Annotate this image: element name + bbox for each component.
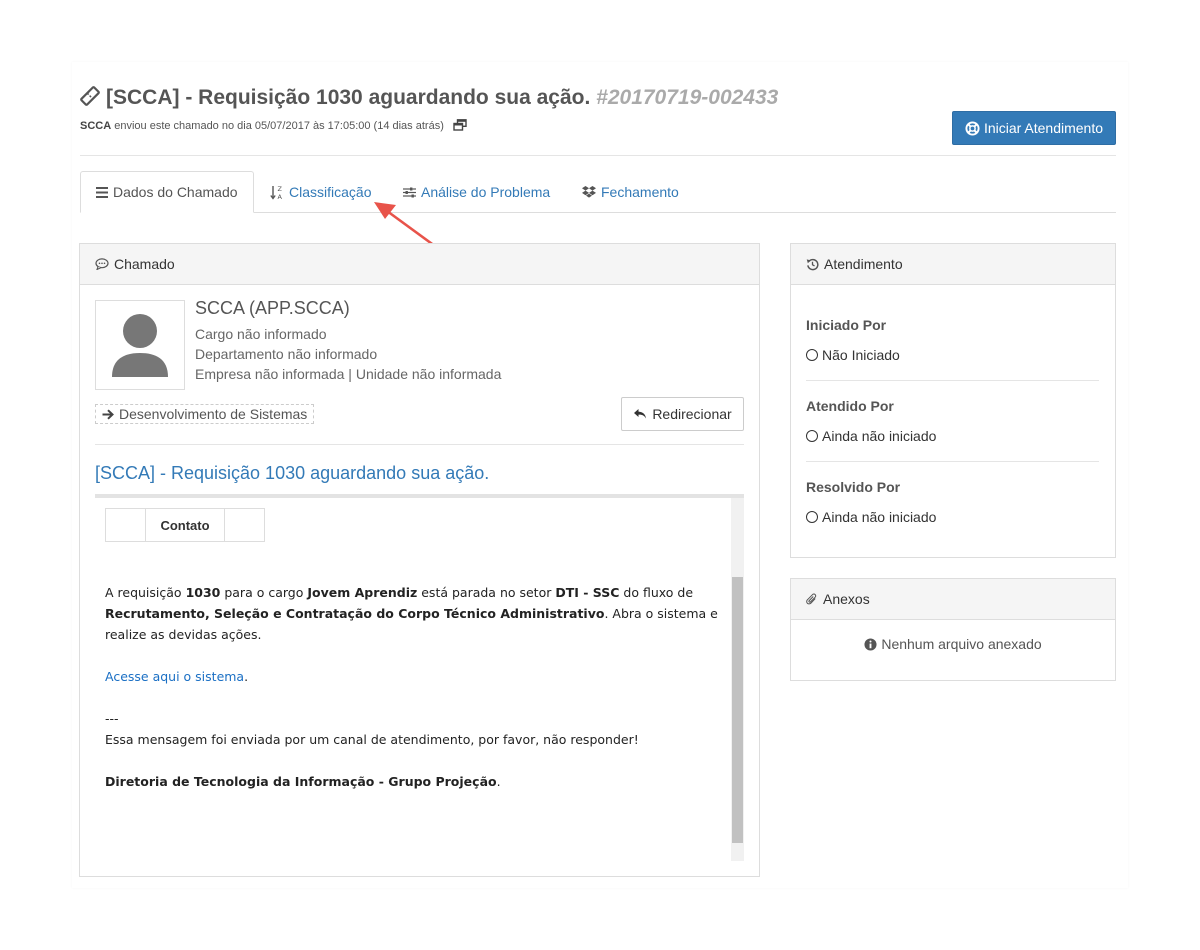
tab-label: Fechamento xyxy=(601,184,679,200)
email-body-frame[interactable]: Contato A requisição 1030 para o cargo J… xyxy=(95,494,744,861)
atendimento-divider xyxy=(806,461,1099,462)
iniciado-por-text: Não Iniciado xyxy=(822,347,900,363)
info-circle-icon xyxy=(864,637,877,651)
atendido-por-text: Ainda não iniciado xyxy=(822,428,937,444)
tab-fechamento[interactable]: Fechamento xyxy=(567,171,694,213)
tab-label: Dados do Chamado xyxy=(113,184,238,200)
email-text: A requisição 1030 para o cargo Jovem Apr… xyxy=(105,582,730,792)
list-icon xyxy=(96,186,108,198)
ticket-icon xyxy=(80,86,100,106)
user-empresa: Empresa não informada | Unidade não info… xyxy=(195,366,502,382)
system-link[interactable]: Acesse aqui o sistema xyxy=(105,669,244,684)
atendimento-panel-header: Atendimento xyxy=(791,244,1115,285)
contact-header: Contato xyxy=(145,508,225,542)
atendimento-divider xyxy=(806,380,1099,381)
email-signature: Diretoria de Tecnologia da Informação - … xyxy=(105,774,501,789)
no-attachments: Nenhum arquivo anexado xyxy=(790,636,1116,652)
chamado-panel-header: Chamado xyxy=(80,244,759,285)
lifebuoy-icon xyxy=(965,120,980,136)
contact-cell-right xyxy=(224,508,265,542)
arrow-right-icon xyxy=(102,408,114,420)
redirect-button[interactable]: Redirecionar xyxy=(621,397,744,431)
atendido-por-value: Ainda não iniciado xyxy=(806,428,936,444)
history-icon xyxy=(806,258,819,271)
tab-label: Classificação xyxy=(289,184,372,200)
user-avatar-icon xyxy=(112,314,168,377)
ticket-number: #20170719-002433 xyxy=(596,86,779,109)
ticket-meta: SCCA enviou este chamado no dia 05/07/20… xyxy=(80,119,467,132)
iniciado-por-value: Não Iniciado xyxy=(806,347,900,363)
svg-text:Z: Z xyxy=(278,185,283,193)
email-paragraph: A requisição 1030 para o cargo Jovem Apr… xyxy=(105,585,718,642)
title-text: [SCCA] - Requisição 1030 aguardando sua … xyxy=(106,86,591,109)
atendido-por-label: Atendido Por xyxy=(806,398,894,414)
sort-alpha-icon: Z A xyxy=(270,185,284,200)
ticket-subject: [SCCA] - Requisição 1030 aguardando sua … xyxy=(95,463,490,483)
circle-icon xyxy=(806,349,818,361)
dropbox-icon xyxy=(582,186,596,198)
resolvido-por-text: Ainda não iniciado xyxy=(822,509,937,525)
start-service-button[interactable]: Iniciar Atendimento xyxy=(952,111,1116,145)
sender-name: SCCA xyxy=(80,120,112,132)
reply-icon xyxy=(633,408,647,420)
user-departamento: Departamento não informado xyxy=(195,346,378,362)
chamado-panel-title: Chamado xyxy=(114,256,175,272)
header-divider xyxy=(80,155,1116,156)
comment-icon xyxy=(95,258,109,270)
resolvido-por-label: Resolvido Por xyxy=(806,479,901,495)
paperclip-icon xyxy=(806,593,818,606)
page-title: [SCCA] - Requisição 1030 aguardando sua … xyxy=(80,86,778,110)
email-separator: --- xyxy=(105,711,119,726)
atendimento-panel-title: Atendimento xyxy=(824,256,903,272)
anexos-panel-header: Anexos xyxy=(791,579,1115,620)
avatar xyxy=(95,300,185,390)
department-tag: Desenvolvimento de Sistemas xyxy=(95,404,315,424)
email-link-line: Acesse aqui o sistema. xyxy=(105,669,249,684)
email-footer-note: Essa mensagem foi enviada por um canal d… xyxy=(105,732,639,747)
anexos-panel-title: Anexos xyxy=(823,591,870,607)
circle-icon xyxy=(806,511,818,523)
sent-info: enviou este chamado no dia 05/07/2017 às… xyxy=(114,120,444,132)
contact-table: Contato xyxy=(105,508,265,542)
email-scrollbar-thumb[interactable] xyxy=(732,577,743,843)
redirect-label: Redirecionar xyxy=(652,406,732,422)
contact-cell-left xyxy=(105,508,146,542)
chamado-divider xyxy=(95,444,744,445)
email-scrollbar[interactable] xyxy=(731,498,744,861)
popout-window-icon[interactable] xyxy=(453,119,467,131)
iniciado-por-label: Iniciado Por xyxy=(806,317,887,333)
start-service-label: Iniciar Atendimento xyxy=(983,120,1104,136)
circle-icon xyxy=(806,430,818,442)
no-attachments-text: Nenhum arquivo anexado xyxy=(881,636,1042,652)
tab-dados-do-chamado[interactable]: Dados do Chamado xyxy=(80,171,254,213)
svg-text:A: A xyxy=(278,193,283,200)
user-cargo: Cargo não informado xyxy=(195,326,327,342)
anexos-panel: Anexos xyxy=(790,578,1116,681)
resolvido-por-value: Ainda não iniciado xyxy=(806,509,936,525)
department-tag-label: Desenvolvimento de Sistemas xyxy=(119,406,308,422)
user-name: SCCA (APP.SCCA) xyxy=(195,298,350,318)
